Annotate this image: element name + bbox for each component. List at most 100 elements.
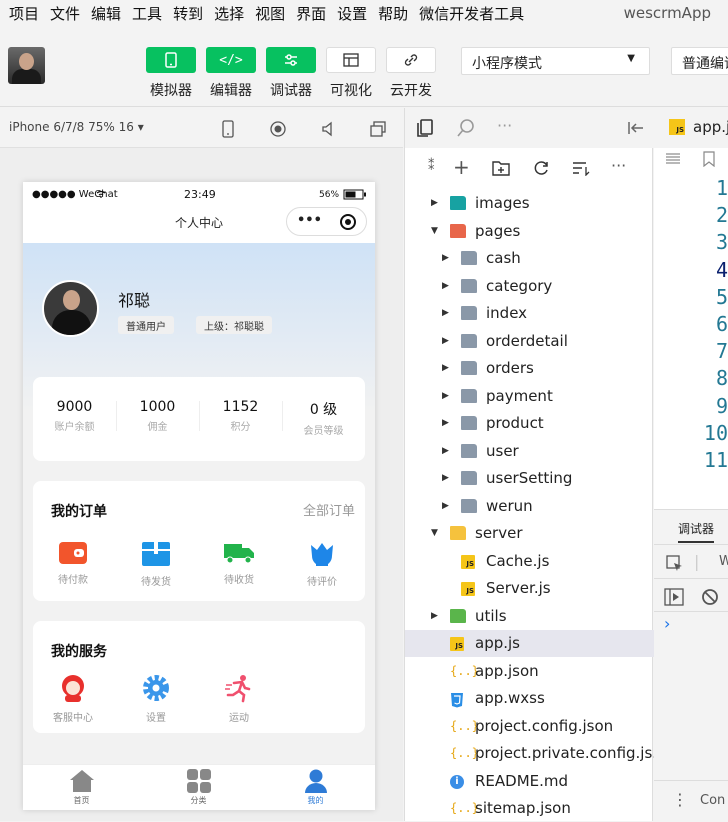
files-icon[interactable]: [415, 118, 435, 138]
new-folder-icon[interactable]: [492, 160, 510, 176]
list-icon[interactable]: [665, 152, 681, 166]
chevron-right-icon[interactable]: ▶: [442, 300, 449, 327]
search-icon[interactable]: [456, 118, 476, 138]
collapse-sidebar-icon[interactable]: [627, 120, 645, 136]
order-pending-payment[interactable]: 待付款: [38, 541, 108, 586]
tab-category[interactable]: 分类: [140, 769, 257, 806]
phone-icon[interactable]: [221, 120, 235, 138]
tree-item[interactable]: JS Cache.js: [405, 548, 654, 575]
clear-console-icon[interactable]: [701, 588, 719, 606]
tree-item[interactable]: i README.md: [405, 768, 654, 795]
chevron-right-icon[interactable]: ▶: [442, 493, 449, 520]
inspect-icon[interactable]: [666, 555, 684, 573]
more-icon[interactable]: ···: [497, 116, 512, 135]
tree-item[interactable]: {..} project.config.json: [405, 713, 654, 740]
service-settings[interactable]: 设置: [121, 673, 191, 724]
mode-select[interactable]: 小程序模式 ▼: [461, 47, 650, 75]
tree-item[interactable]: ▶ product: [405, 410, 654, 437]
bookmark-icon[interactable]: [703, 151, 715, 167]
order-pending-receipt[interactable]: 待收货: [204, 541, 274, 586]
menu-view[interactable]: 视图: [255, 3, 285, 24]
debugger-button[interactable]: [266, 47, 316, 73]
editor-tab-appjs[interactable]: app.js: [693, 118, 728, 136]
menu-edit[interactable]: 编辑: [91, 3, 121, 24]
menu-interface[interactable]: 界面: [296, 3, 326, 24]
chevron-down-icon[interactable]: ▼: [431, 218, 438, 245]
stat-points[interactable]: 1152 积分: [199, 399, 282, 433]
user-avatar[interactable]: [8, 47, 45, 84]
refresh-icon[interactable]: [532, 160, 550, 176]
stat-balance[interactable]: 9000 账户余额: [33, 399, 116, 433]
capsule-menu[interactable]: •••: [286, 207, 367, 236]
close-circle-icon[interactable]: [339, 213, 357, 231]
add-icon[interactable]: +: [453, 155, 470, 179]
menu-settings[interactable]: 设置: [337, 3, 367, 24]
tree-item[interactable]: JS app.js: [405, 630, 654, 657]
tree-item[interactable]: ▶ payment: [405, 383, 654, 410]
chevron-right-icon[interactable]: ▶: [442, 438, 449, 465]
order-pending-shipment[interactable]: 待发货: [121, 541, 191, 588]
cloud-button[interactable]: [386, 47, 436, 73]
editor-button[interactable]: </>: [206, 47, 256, 73]
tree-item[interactable]: ▶ userSetting: [405, 465, 654, 492]
tree-item[interactable]: ▼ server: [405, 520, 654, 547]
tree-item[interactable]: ▶ orders: [405, 355, 654, 382]
tree-item[interactable]: ▶ images: [405, 190, 654, 217]
visual-button[interactable]: [326, 47, 376, 73]
tree-item[interactable]: {..} project.private.config.js...: [405, 740, 667, 767]
console-tab[interactable]: Con: [700, 793, 725, 808]
menu-goto[interactable]: 转到: [173, 3, 203, 24]
chevron-right-icon[interactable]: ▶: [442, 245, 449, 272]
compile-select[interactable]: 普通编译: [671, 47, 728, 75]
tab-mine[interactable]: 我的: [257, 769, 374, 806]
tree-item[interactable]: ▶ werun: [405, 493, 654, 520]
windows-icon[interactable]: [369, 120, 387, 138]
tab-debugger[interactable]: 调试器: [678, 520, 715, 543]
menu-project[interactable]: 项目: [9, 3, 39, 24]
service-customer-center[interactable]: 客服中心: [38, 673, 108, 724]
menu-wechat-devtools[interactable]: 微信开发者工具: [419, 3, 524, 24]
tree-item[interactable]: app.wxss: [405, 685, 654, 712]
device-select[interactable]: iPhone 6/7/8 75% 16 ▾: [9, 120, 144, 134]
sidebar-toggle-icon[interactable]: [664, 588, 684, 606]
more-icon[interactable]: •••: [297, 213, 322, 228]
context-filter[interactable]: W: [719, 554, 728, 569]
chevron-right-icon[interactable]: ▶: [431, 190, 438, 217]
menu-file[interactable]: 文件: [50, 3, 80, 24]
order-pending-review[interactable]: 待评价: [287, 541, 357, 588]
service-sport[interactable]: 运动: [204, 673, 274, 724]
sort-icon[interactable]: [572, 160, 590, 176]
tree-item[interactable]: ▶ user: [405, 438, 654, 465]
tab-home[interactable]: 首页: [23, 769, 140, 806]
all-orders-link[interactable]: 全部订单: [303, 500, 355, 519]
tree-item[interactable]: ▶ category: [405, 273, 654, 300]
chevron-right-icon[interactable]: ▶: [442, 273, 449, 300]
chevron-right-icon[interactable]: ▶: [442, 328, 449, 355]
tree-item[interactable]: {..} sitemap.json: [405, 795, 654, 822]
tree-item[interactable]: ▶ cash: [405, 245, 654, 272]
collapse-icon[interactable]: ⁑: [428, 159, 435, 174]
menu-select[interactable]: 选择: [214, 3, 244, 24]
stat-commission[interactable]: 1000 佣金: [116, 399, 199, 433]
tree-item[interactable]: ▼ pages: [405, 218, 654, 245]
tree-item[interactable]: {..} app.json: [405, 658, 654, 685]
more-actions-icon[interactable]: ···: [611, 156, 626, 175]
chevron-down-icon[interactable]: ▼: [431, 520, 438, 547]
chevron-right-icon[interactable]: ▶: [442, 465, 449, 492]
avatar[interactable]: [42, 280, 99, 337]
tree-item[interactable]: ▶ index: [405, 300, 654, 327]
tree-item[interactable]: JS Server.js: [405, 575, 654, 602]
console-prompt[interactable]: ›: [664, 614, 670, 633]
tree-item[interactable]: ▶ utils: [405, 603, 654, 630]
speaker-icon[interactable]: [320, 120, 336, 138]
record-icon[interactable]: [269, 120, 287, 138]
menu-help[interactable]: 帮助: [378, 3, 408, 24]
chevron-right-icon[interactable]: ▶: [442, 410, 449, 437]
tree-item[interactable]: ▶ orderdetail: [405, 328, 654, 355]
chevron-right-icon[interactable]: ▶: [442, 355, 449, 382]
chevron-right-icon[interactable]: ▶: [431, 603, 438, 630]
menu-tools[interactable]: 工具: [132, 3, 162, 24]
stat-level[interactable]: 0 级 会员等级: [282, 399, 365, 437]
simulator-button[interactable]: [146, 47, 196, 73]
chevron-right-icon[interactable]: ▶: [442, 383, 449, 410]
